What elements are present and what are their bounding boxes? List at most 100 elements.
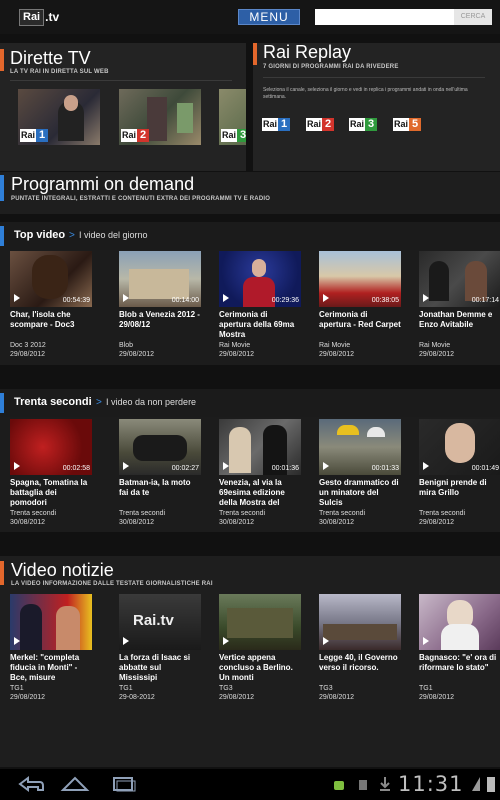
video-source: TG1: [419, 685, 433, 692]
trenta-video-card[interactable]: 00:02:58 Spagna, Tomatina la battaglia d…: [10, 419, 92, 527]
trenta-video-card[interactable]: 00:01:49 Benigni prende di mira Grillo T…: [419, 419, 500, 527]
video-duration: 00:17:14: [471, 297, 499, 304]
back-icon[interactable]: [16, 775, 46, 798]
video-title: Bagnasco: "e' ora di riformare lo stato": [419, 653, 497, 672]
dirette-rai2-thumb[interactable]: Rai 2: [119, 89, 201, 145]
download-icon: [378, 776, 392, 797]
video-title: Batman-ia, la moto fai da te: [119, 478, 191, 497]
replay-rai2-button[interactable]: Rai 2: [306, 118, 335, 131]
video-title: Cerimonia di apertura - Red Carpet: [319, 310, 401, 329]
video-duration: 00:01:36: [271, 465, 299, 472]
play-icon: [123, 637, 129, 645]
notizie-subtitle: LA VIDEO INFORMAZIONE DALLE TESTATE GIOR…: [11, 581, 213, 587]
video-date: 29-08-2012: [119, 694, 155, 701]
play-icon: [323, 294, 329, 302]
video-thumbnail: 00:38:05: [319, 251, 401, 307]
recent-apps-icon[interactable]: [108, 775, 138, 798]
video-source: Rai Movie: [319, 342, 351, 349]
play-icon: [14, 462, 20, 470]
top-video-card[interactable]: 00:29:36 Cerimonia di apertura della 69m…: [219, 251, 301, 359]
top-video-desc: I video del giorno: [79, 230, 148, 240]
video-title: Char, l'isola che scompare - Doc3: [10, 310, 75, 329]
search-button[interactable]: CERCA: [454, 9, 492, 25]
top-video-card[interactable]: 00:38:05 Cerimonia di apertura - Red Car…: [319, 251, 401, 359]
video-duration: 00:01:49: [471, 465, 499, 472]
video-date: 29/08/2012: [419, 694, 455, 701]
replay-rai3-button[interactable]: Rai 3: [349, 118, 378, 131]
badge-num: 3: [365, 118, 378, 131]
trenta-title: Trenta secondi: [14, 396, 92, 408]
trenta-video-card[interactable]: 00:02:27 Batman-ia, la moto fai da te Tr…: [119, 419, 201, 527]
wifi-icon: [470, 775, 482, 798]
badge-num: 1: [36, 129, 49, 142]
home-icon[interactable]: [60, 775, 90, 798]
dirette-accent-bar: [0, 49, 4, 71]
search-input[interactable]: [315, 9, 454, 25]
rai-tv-logo[interactable]: Rai .tv: [19, 8, 59, 26]
badge-rai-text: Rai: [393, 118, 410, 131]
android-icon: [332, 777, 346, 796]
dirette-subtitle: LA TV RAI IN DIRETTA SUL WEB: [10, 69, 109, 75]
video-duration: 00:38:05: [371, 297, 399, 304]
video-title: Blob a Venezia 2012 - 29/08/12: [119, 310, 200, 329]
replay-divider: [263, 77, 485, 78]
video-source: TG1: [10, 685, 24, 692]
notizie-video-card[interactable]: Rai.tv La forza di Isaac si abbatte sul …: [119, 594, 201, 702]
play-icon: [123, 294, 129, 302]
video-title: Jonathan Demme e Enzo Avitabile: [419, 310, 493, 329]
dirette-rai1-thumb[interactable]: Rai 1: [18, 89, 100, 145]
video-date: 29/08/2012: [219, 694, 255, 701]
notizie-video-card[interactable]: Merkel: "completa fiducia in Monti" - Bc…: [10, 594, 92, 702]
video-duration: 00:02:27: [171, 465, 199, 472]
video-thumbnail: [319, 594, 401, 650]
clock: 11:31: [398, 772, 464, 796]
trenta-video-card[interactable]: 00:01:33 Gesto drammatico di un minatore…: [319, 419, 401, 527]
ondemand-subtitle: PUNTATE INTEGRALI, ESTRATTI E CONTENUTI …: [11, 196, 271, 202]
trenta-accent-bar: [0, 393, 4, 413]
ondemand-accent-bar: [0, 175, 4, 201]
video-thumbnail: 00:01:36: [219, 419, 301, 475]
replay-title: Rai Replay: [263, 42, 352, 62]
video-date: 29/08/2012: [419, 351, 455, 358]
badge-rai-text: Rai: [306, 118, 323, 131]
trenta-secondi-header: Trenta secondi > I video da non perdere: [0, 389, 500, 417]
video-title: Cerimonia di apertura della 69ma Mostra: [219, 310, 295, 339]
rai2-badge: Rai 2: [121, 129, 150, 142]
trenta-video-card[interactable]: 00:01:36 Venezia, al via la 69esima ediz…: [219, 419, 301, 527]
video-duration: 00:02:58: [62, 465, 90, 472]
menu-button[interactable]: MENU: [238, 9, 300, 25]
play-icon: [14, 294, 20, 302]
replay-rai1-button[interactable]: Rai 1: [262, 118, 291, 131]
notizie-video-card[interactable]: Vertice appena concluso a Berlino. Un mo…: [219, 594, 301, 702]
video-duration: 00:29:36: [271, 297, 299, 304]
top-bar: Rai .tv MENU CERCA: [0, 0, 500, 34]
rai3-badge: Rai 3: [221, 129, 246, 142]
dirette-rai3-thumb[interactable]: Rai 3: [219, 89, 246, 145]
ondemand-title: Programmi on demand: [11, 174, 195, 194]
video-thumbnail: 00:29:36: [219, 251, 301, 307]
play-icon: [14, 637, 20, 645]
replay-rai5-button[interactable]: Rai 5: [393, 118, 422, 131]
notizie-video-card[interactable]: Bagnasco: "e' ora di riformare lo stato"…: [419, 594, 500, 702]
badge-num: 5: [409, 118, 422, 131]
badge-num: 1: [278, 118, 291, 131]
top-video-card[interactable]: 00:14:00 Blob a Venezia 2012 - 29/08/12 …: [119, 251, 201, 359]
chevron-right-icon: >: [69, 230, 75, 241]
top-video-card[interactable]: 00:54:39 Char, l'isola che scompare - Do…: [10, 251, 92, 359]
notizie-video-card[interactable]: Legge 40, il Governo verso il ricorso. T…: [319, 594, 401, 702]
video-source: Trenta secondi: [319, 510, 366, 517]
video-date: 30/08/2012: [219, 519, 255, 526]
video-duration: 00:54:39: [62, 297, 90, 304]
play-icon: [423, 294, 429, 302]
rai-tv-watermark: Rai.tv: [133, 612, 174, 629]
video-date: 29/08/2012: [419, 519, 455, 526]
badge-rai-text: Rai: [349, 118, 366, 131]
top-video-card[interactable]: 00:17:14 Jonathan Demme e Enzo Avitabile…: [419, 251, 500, 359]
notification-icon: [356, 777, 370, 796]
badge-rai-text: Rai: [262, 118, 279, 131]
video-date: 29/08/2012: [319, 694, 355, 701]
video-thumbnail: 00:01:33: [319, 419, 401, 475]
video-source: Trenta secondi: [10, 510, 57, 517]
video-source: Doc 3 2012: [10, 342, 46, 349]
video-thumbnail: [219, 594, 301, 650]
